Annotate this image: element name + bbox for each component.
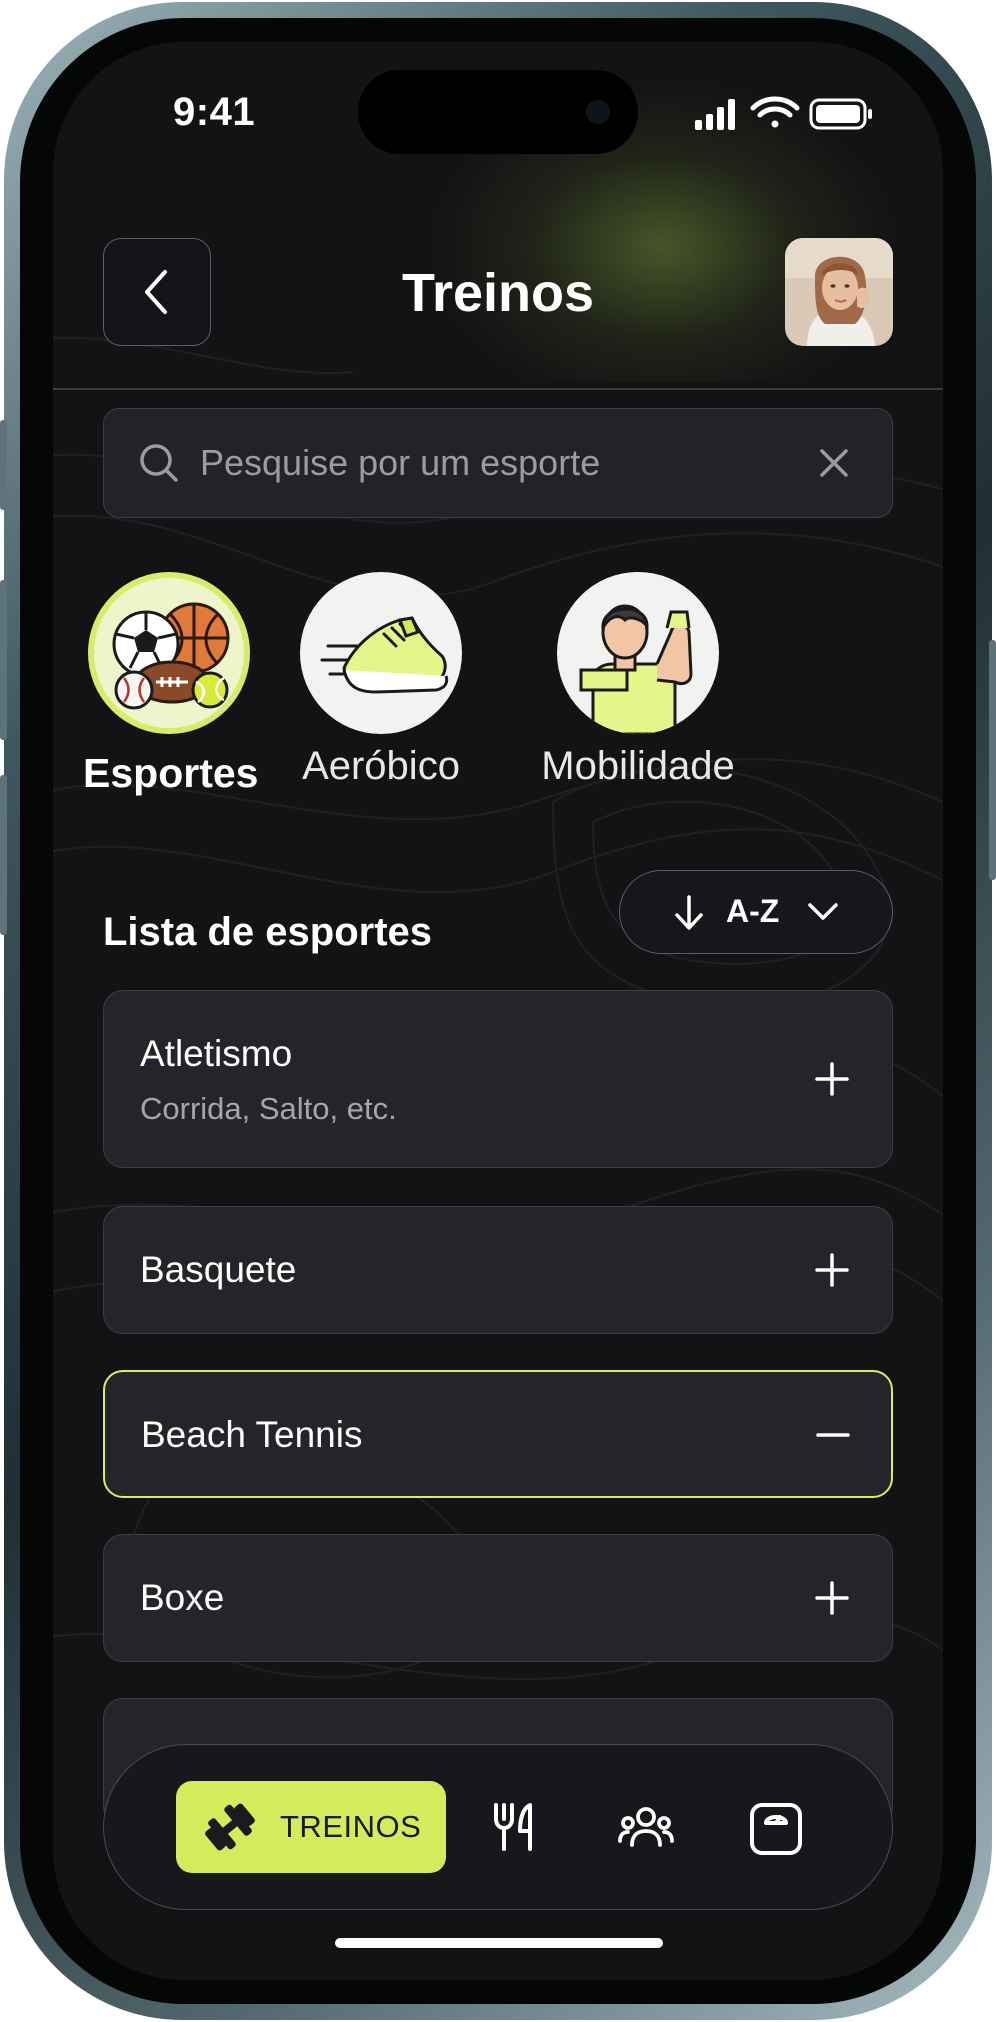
item-name: Beach Tennis bbox=[141, 1414, 363, 1455]
category-aerobico[interactable]: Aeróbico bbox=[281, 572, 481, 789]
list-title: Lista de esportes bbox=[103, 910, 433, 954]
item-name: Atletismo bbox=[140, 1033, 293, 1074]
minus-icon[interactable] bbox=[815, 1417, 851, 1453]
running-shoe-icon bbox=[320, 616, 449, 694]
category-label: Esportes bbox=[83, 750, 259, 796]
fork-knife-icon[interactable] bbox=[490, 1801, 538, 1853]
search-icon bbox=[140, 444, 178, 482]
sports-balls-icon bbox=[112, 602, 230, 710]
wifi-icon bbox=[750, 96, 800, 128]
category-mobilidade[interactable]: Mobilidade bbox=[513, 572, 763, 789]
item-name: Basquete bbox=[140, 1249, 297, 1290]
close-icon[interactable] bbox=[814, 443, 854, 483]
status-time: 9:41 bbox=[173, 90, 256, 134]
scale-icon[interactable] bbox=[748, 1801, 804, 1857]
front-camera bbox=[586, 100, 610, 124]
battery-icon bbox=[809, 98, 872, 130]
header: Treinos bbox=[53, 192, 943, 392]
page-title: Treinos bbox=[401, 263, 595, 323]
sort-button[interactable]: A-Z bbox=[619, 870, 893, 954]
user-avatar-photo bbox=[785, 238, 893, 346]
home-indicator[interactable] bbox=[335, 1938, 663, 1948]
signal-icon bbox=[695, 99, 735, 130]
bottom-nav: TREINOS bbox=[103, 1744, 893, 1910]
phone-volume-up-button bbox=[0, 580, 7, 740]
search-input[interactable] bbox=[198, 431, 782, 495]
nav-treinos[interactable]: TREINOS bbox=[176, 1781, 446, 1873]
arrow-down-icon bbox=[675, 895, 703, 930]
category-mobilidade-circle bbox=[557, 572, 719, 734]
dynamic-island bbox=[358, 70, 638, 154]
item-subtitle: Corrida, Salto, etc. bbox=[140, 1091, 397, 1126]
category-aerobico-circle bbox=[300, 572, 462, 734]
nav-active-label: TREINOS bbox=[280, 1809, 422, 1844]
plus-icon[interactable] bbox=[814, 1580, 850, 1616]
category-esportes[interactable]: Esportes bbox=[83, 572, 259, 797]
search-bar[interactable] bbox=[103, 408, 893, 518]
list-item-boxe[interactable]: Boxe bbox=[103, 1534, 893, 1662]
status-bar: 9:41 bbox=[53, 42, 943, 192]
sort-label: A-Z bbox=[726, 893, 780, 929]
chevron-down-icon bbox=[808, 903, 838, 920]
dumbbell-icon bbox=[205, 1803, 255, 1851]
category-label: Aeróbico bbox=[302, 744, 460, 788]
app-screen: 9:41 Treinos Pesquise por um esporte Esp… bbox=[53, 42, 943, 1980]
avatar[interactable] bbox=[785, 238, 893, 346]
list-item-basquete[interactable]: Basquete bbox=[103, 1206, 893, 1334]
phone-power-button bbox=[989, 640, 996, 880]
community-icon[interactable] bbox=[618, 1801, 674, 1853]
plus-icon[interactable] bbox=[814, 1252, 850, 1288]
back-button[interactable] bbox=[103, 238, 211, 346]
category-esportes-circle bbox=[88, 572, 250, 734]
phone-volume-down-button bbox=[0, 775, 7, 935]
header-divider bbox=[53, 388, 943, 390]
item-name: Boxe bbox=[140, 1577, 225, 1618]
phone-action-button bbox=[0, 420, 7, 510]
status-icons bbox=[695, 96, 872, 130]
plus-icon[interactable] bbox=[814, 1061, 850, 1097]
category-label: Mobilidade bbox=[541, 744, 735, 788]
stretching-person-icon bbox=[579, 604, 693, 734]
list-item-beach-tennis[interactable]: Beach Tennis bbox=[103, 1370, 893, 1498]
chevron-left-icon bbox=[145, 270, 167, 314]
list-item-atletismo[interactable]: Atletismo Corrida, Salto, etc. bbox=[103, 990, 893, 1168]
